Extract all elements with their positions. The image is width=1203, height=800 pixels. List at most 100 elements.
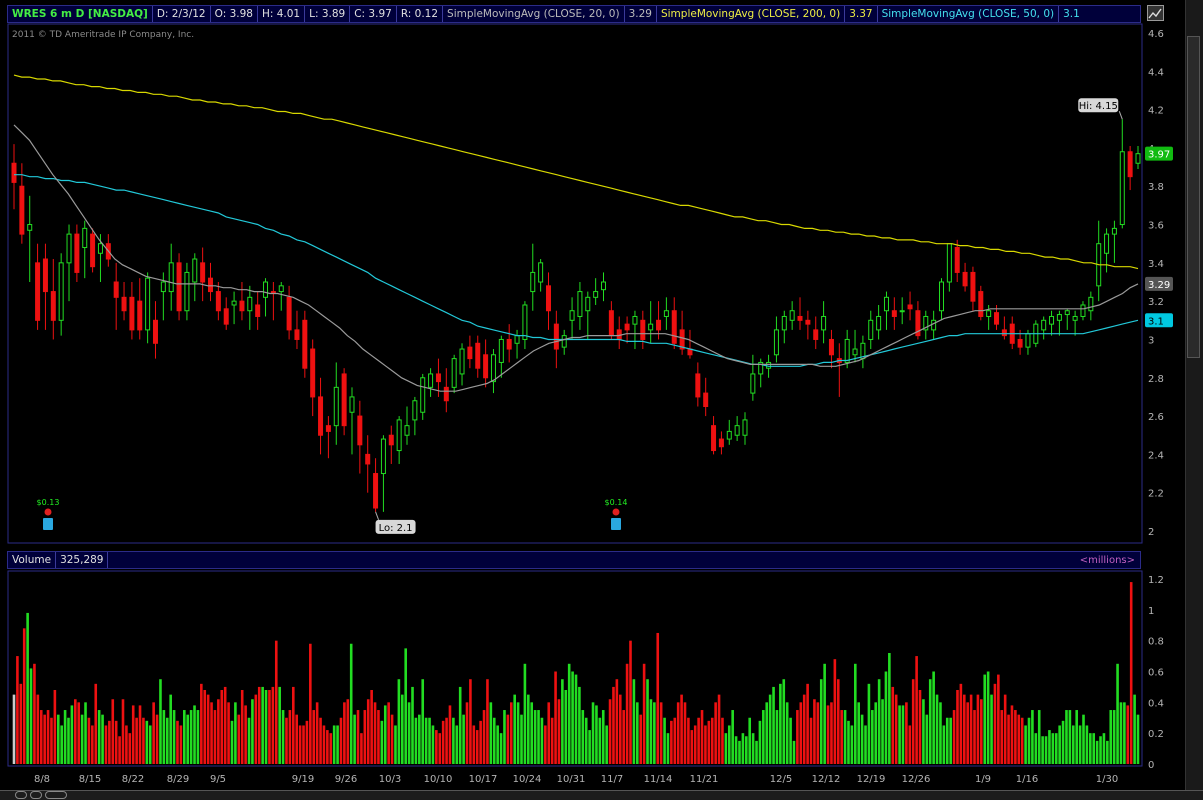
candle-body <box>1064 310 1070 316</box>
candle-body <box>310 348 316 398</box>
volume-bar <box>574 674 578 764</box>
candle-body <box>844 338 850 363</box>
volume-bar <box>452 717 455 764</box>
candle-body <box>137 300 143 331</box>
candle-body <box>483 354 489 379</box>
volume-axis-tick: 0.4 <box>1148 698 1164 709</box>
volume-bar <box>291 686 295 764</box>
candle-body <box>208 277 214 293</box>
candle-body <box>797 315 803 321</box>
scrollbar-thumb[interactable] <box>1187 36 1200 358</box>
candle-body <box>577 291 583 317</box>
volume-bar <box>1095 740 1099 764</box>
candle-body <box>443 386 449 402</box>
candle-body <box>42 258 48 293</box>
volume-bar <box>1065 710 1068 764</box>
candle-body <box>223 308 229 325</box>
volume-bar <box>1034 733 1038 764</box>
volume-bar <box>980 699 983 764</box>
volume-bar <box>888 653 891 764</box>
volume-bar <box>155 714 159 764</box>
candle-body <box>302 319 308 369</box>
volume-bar <box>1048 730 1051 764</box>
candle-body <box>11 162 17 183</box>
volume-bar <box>407 702 411 764</box>
candle-body <box>545 285 551 312</box>
volume-bar <box>499 733 503 764</box>
volume-bar <box>210 702 213 764</box>
candle-body <box>601 281 607 291</box>
volume-bar <box>298 725 302 764</box>
volume-bar <box>653 702 656 764</box>
x-axis-tick: 8/15 <box>79 774 101 785</box>
candle-body <box>412 400 418 421</box>
volume-bar <box>578 686 581 764</box>
candle-body <box>428 373 434 388</box>
candle-body <box>994 312 1000 325</box>
volume-bar <box>639 714 643 764</box>
volume-bar <box>833 659 837 764</box>
volume-bar <box>53 690 57 764</box>
volume-bar <box>952 710 956 764</box>
volume-bar <box>925 714 929 764</box>
volume-bar <box>724 733 728 764</box>
volume-bar <box>533 710 537 764</box>
lo-annotation: Lo: 2.1 <box>379 523 413 534</box>
volume-bar <box>162 710 166 764</box>
candle-body <box>192 258 198 283</box>
volume-bar <box>901 705 905 764</box>
volume-bar <box>605 725 608 764</box>
volume-bar <box>70 705 74 764</box>
volume-bar <box>796 710 799 764</box>
volume-bar <box>1082 714 1085 764</box>
volume-bar <box>584 717 588 764</box>
candle-body <box>585 296 591 312</box>
candle-body <box>341 373 347 427</box>
x-axis-tick: 12/26 <box>902 774 931 785</box>
candle-body <box>380 438 386 475</box>
volume-bar <box>29 668 33 764</box>
volume-bar <box>302 725 305 764</box>
volume-bar <box>806 683 809 764</box>
zoom-out-icon[interactable] <box>15 791 27 799</box>
volume-bar <box>506 714 510 764</box>
volume-bar <box>172 710 176 764</box>
volume-bar <box>697 717 700 764</box>
volume-bar <box>772 686 775 764</box>
volume-bar <box>200 683 203 764</box>
volume-bar <box>77 702 81 764</box>
volume-bar <box>176 720 179 764</box>
volume-bar <box>632 679 636 764</box>
volume-bar <box>1027 717 1031 764</box>
volume-bar <box>261 686 264 764</box>
volume-bar <box>503 710 506 764</box>
volume-bar <box>326 730 329 764</box>
zoom-reset-icon[interactable] <box>30 791 42 799</box>
volume-bar <box>179 725 183 764</box>
x-axis-tick: 11/7 <box>601 774 623 785</box>
volume-bar <box>428 717 431 764</box>
volume-bar <box>36 694 40 764</box>
volume-bar <box>274 640 278 764</box>
zoom-in-icon[interactable] <box>45 791 67 799</box>
volume-bar <box>128 733 132 764</box>
volume-axis-tick: 1.2 <box>1148 575 1164 586</box>
volume-bar <box>43 714 46 764</box>
price-axis-tick: 3.6 <box>1148 221 1164 232</box>
x-axis-tick: 10/24 <box>513 774 542 785</box>
candle-body <box>1088 296 1094 312</box>
candle-body <box>640 319 646 340</box>
sma50-price-tag: 3.1 <box>1148 316 1164 327</box>
volume-bar <box>87 717 91 764</box>
volume-bar <box>567 663 571 764</box>
candle-body <box>294 329 300 340</box>
volume-bar <box>121 699 125 764</box>
candle-body <box>451 358 457 388</box>
volume-bar <box>547 702 551 764</box>
candle-body <box>278 285 284 293</box>
candle-body <box>530 271 536 293</box>
candle-body <box>821 315 827 331</box>
volume-bar <box>690 730 694 764</box>
volume-bar <box>295 714 299 764</box>
volume-bar <box>383 705 387 764</box>
